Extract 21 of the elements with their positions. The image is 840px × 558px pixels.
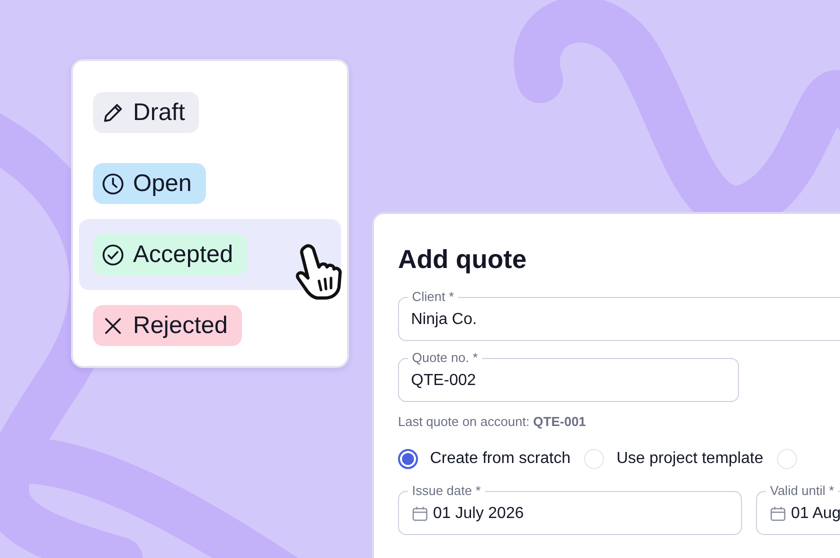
radio-label: Create from scratch [430,450,570,468]
status-option[interactable]: Open [79,148,341,219]
radio-label: Use project template [616,450,764,468]
check-circle-icon [101,242,125,266]
status-chip: Open [93,163,206,204]
last-quote-hint: Last quote on account: QTE-001 [398,414,587,429]
hand-cursor-icon [295,243,345,301]
calendar-icon [411,505,429,523]
clock-icon [101,172,125,196]
status-chip: Draft [93,92,200,133]
status-chip: Accepted [93,234,248,275]
status-chip: Rejected [93,305,242,346]
quote-number-field[interactable]: Quote no. * QTE-002 [398,350,739,402]
valid-until-field[interactable]: Valid until * 01 Aug [756,483,840,535]
form-title: Add quote [398,244,528,275]
radio-button[interactable] [398,449,418,469]
client-field[interactable]: Client * Ninja Co. [398,289,840,341]
issue-date-field[interactable]: Issue date * 01 July 2026 [398,483,742,535]
status-option[interactable]: Draft [79,77,341,148]
calendar-icon [769,505,787,523]
status-option[interactable]: Rejected [79,290,341,361]
